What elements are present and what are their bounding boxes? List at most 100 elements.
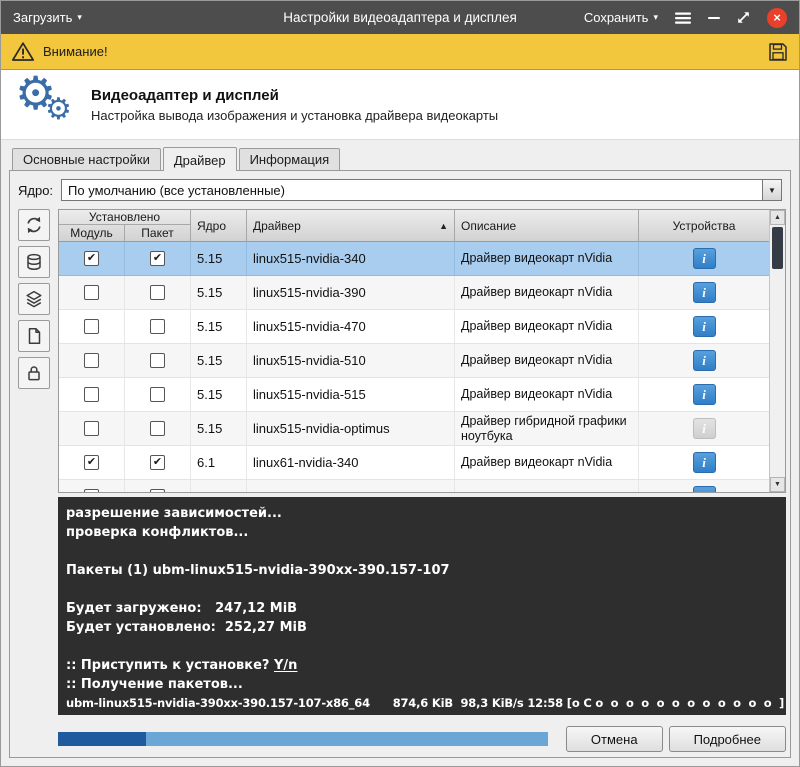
package-checkbox[interactable]: ✔: [150, 251, 165, 266]
menu-button[interactable]: [674, 11, 692, 25]
column-header-module[interactable]: Модуль: [59, 225, 124, 241]
module-cell: [59, 378, 125, 411]
devices-cell: i: [639, 480, 769, 492]
info-button[interactable]: i: [693, 248, 716, 269]
package-checkbox[interactable]: [150, 285, 165, 300]
save-menu-button[interactable]: Сохранить ▾: [584, 10, 658, 25]
devices-cell: i: [639, 446, 769, 479]
load-menu-button[interactable]: Загрузить ▾: [13, 10, 82, 25]
scroll-down-button[interactable]: ▼: [770, 477, 785, 492]
lock-icon: [24, 363, 44, 383]
progress-segment: [146, 732, 548, 746]
save-changes-button[interactable]: [767, 41, 789, 63]
module-checkbox[interactable]: [84, 353, 99, 368]
info-button[interactable]: i: [693, 418, 716, 439]
column-header-devices[interactable]: Устройства: [639, 210, 769, 241]
scrollbar-track[interactable]: [770, 225, 785, 477]
module-checkbox[interactable]: [84, 421, 99, 436]
devices-cell: i: [639, 310, 769, 343]
table-row[interactable]: ✔✔6.1linux61-nvidia-340Драйвер видеокарт…: [59, 446, 769, 480]
package-checkbox[interactable]: [150, 421, 165, 436]
kernel-combobox-dropdown-button[interactable]: ▼: [762, 180, 781, 200]
scrollbar-thumb[interactable]: [772, 227, 783, 269]
refresh-button[interactable]: [18, 209, 50, 241]
scroll-up-button[interactable]: ▲: [770, 210, 785, 225]
devices-cell: i: [639, 412, 769, 445]
cancel-button[interactable]: Отмена: [566, 726, 663, 752]
package-checkbox[interactable]: [150, 319, 165, 334]
load-menu-label: Загрузить: [13, 10, 72, 25]
app-header: ⚙⚙ Видеоадаптер и дисплей Настройка выво…: [1, 70, 799, 140]
driver-cell: linux515-nvidia-470: [247, 310, 455, 343]
file-button[interactable]: [18, 320, 50, 352]
table-row[interactable]: 5.15linux515-nvidia-optimusДрайвер гибри…: [59, 412, 769, 446]
info-button[interactable]: i: [693, 452, 716, 473]
module-checkbox[interactable]: ✔: [84, 251, 99, 266]
info-button[interactable]: i: [693, 350, 716, 371]
column-header-driver[interactable]: Драйвер▲: [247, 210, 455, 241]
module-checkbox[interactable]: [84, 285, 99, 300]
column-header-package[interactable]: Пакет: [124, 225, 190, 241]
database-icon: [24, 252, 44, 272]
table-row[interactable]: 5.15linux515-nvidia-510Драйвер видеокарт…: [59, 344, 769, 378]
minimize-button[interactable]: [708, 17, 720, 19]
module-cell: [59, 310, 125, 343]
table-row[interactable]: ✔✔5.15linux515-nvidia-340Драйвер видеока…: [59, 242, 769, 276]
minimize-icon: [708, 17, 720, 19]
kernel-combobox[interactable]: По умолчанию (все установленные) ▼: [61, 179, 782, 201]
module-checkbox[interactable]: ✔: [84, 455, 99, 470]
caret-down-icon: ▾: [653, 13, 658, 22]
vertical-scrollbar[interactable]: ▲ ▼: [769, 210, 785, 492]
refresh-icon: [24, 215, 44, 235]
info-button[interactable]: i: [693, 282, 716, 303]
progress-segment: [58, 732, 146, 746]
module-checkbox[interactable]: [84, 319, 99, 334]
devices-cell: i: [639, 242, 769, 275]
table-row[interactable]: 5.15linux515-nvidia-515Драйвер видеокарт…: [59, 378, 769, 412]
column-header-description[interactable]: Описание: [455, 210, 639, 241]
gears-app-icon: ⚙⚙: [13, 74, 81, 136]
table-row[interactable]: 5.15linux515-nvidia-390Драйвер видеокарт…: [59, 276, 769, 310]
lock-button[interactable]: [18, 357, 50, 389]
package-checkbox[interactable]: [150, 353, 165, 368]
installed-group-header[interactable]: Установлено Модуль Пакет: [59, 210, 191, 241]
maximize-button[interactable]: [736, 10, 751, 25]
table-row[interactable]: 5.15linux515-nvidia-470Драйвер видеокарт…: [59, 310, 769, 344]
description-cell: Драйвер видеокарт nVidia: [455, 310, 639, 343]
table-row[interactable]: i: [59, 480, 769, 492]
warning-bar: Внимание!: [1, 34, 799, 70]
tab-main-settings[interactable]: Основные настройки: [12, 148, 161, 170]
info-button[interactable]: i: [693, 486, 716, 492]
kernel-cell: 5.15: [191, 310, 247, 343]
terminal-line: разрешение зависимостей...: [66, 504, 778, 523]
details-button[interactable]: Подробнее: [669, 726, 786, 752]
tab-information[interactable]: Информация: [239, 148, 341, 170]
layers-button[interactable]: [18, 283, 50, 315]
driver-cell: linux515-nvidia-510: [247, 344, 455, 377]
module-checkbox[interactable]: [84, 387, 99, 402]
package-checkbox[interactable]: ✔: [150, 455, 165, 470]
database-button[interactable]: [18, 246, 50, 278]
close-button[interactable]: ×: [767, 8, 787, 28]
terminal-line: проверка конфликтов...: [66, 523, 778, 542]
module-cell: [59, 412, 125, 445]
warning-text: Внимание!: [43, 44, 108, 59]
tab-bar: Основные настройки Драйвер Информация: [9, 147, 791, 170]
description-cell: Драйвер гибридной графики ноутбука: [455, 412, 639, 445]
package-cell: [125, 412, 191, 445]
info-button[interactable]: i: [693, 316, 716, 337]
package-cell: ✔: [125, 446, 191, 479]
terminal-line: [66, 637, 778, 656]
kernel-combobox-value: По умолчанию (все установленные): [62, 180, 762, 200]
layers-icon: [24, 289, 44, 309]
info-button[interactable]: i: [693, 384, 716, 405]
side-toolbar: [18, 209, 50, 389]
main-area: Основные настройки Драйвер Информация Яд…: [9, 147, 791, 758]
column-header-kernel[interactable]: Ядро: [191, 210, 247, 241]
module-checkbox[interactable]: [84, 489, 99, 492]
package-checkbox[interactable]: [150, 387, 165, 402]
package-checkbox[interactable]: [150, 489, 165, 492]
resize-diagonal-icon: [736, 10, 751, 25]
devices-cell: i: [639, 378, 769, 411]
tab-driver[interactable]: Драйвер: [163, 147, 237, 171]
